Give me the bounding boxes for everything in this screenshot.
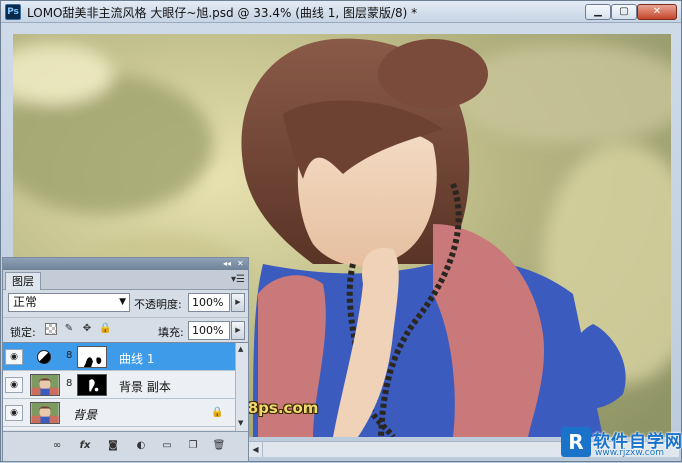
- tab-layers[interactable]: 图层: [5, 272, 41, 290]
- fill-input[interactable]: 100%: [188, 321, 230, 340]
- adjustment-layer-icon[interactable]: ◐: [133, 439, 149, 453]
- layer-mask-thumbnail[interactable]: [77, 346, 107, 368]
- scroll-down-icon[interactable]: ▼: [238, 419, 243, 427]
- lock-row: 锁定: ✎ ✥ 🔒 填充: 100% ▶: [3, 317, 248, 341]
- opacity-label: 不透明度:: [134, 298, 182, 311]
- logo-url: www.rjzxw.com: [595, 448, 664, 458]
- blend-row: 正常 ▼ 不透明度: 100% ▶: [3, 291, 248, 315]
- fill-label: 填充:: [158, 326, 184, 339]
- site-logo: R 软件自学网 www.rjzxw.com: [561, 427, 682, 463]
- link-icon[interactable]: ∞: [49, 439, 65, 453]
- minimize-button[interactable]: ▁: [585, 4, 611, 20]
- blend-mode-select[interactable]: 正常 ▼: [8, 293, 130, 312]
- scroll-left-arrow-icon[interactable]: ◀: [249, 442, 263, 457]
- panel-menu-icon[interactable]: ▾☰: [231, 274, 245, 285]
- opacity-slider-button[interactable]: ▶: [231, 293, 245, 312]
- document-title: LOMO甜美非主流风格 大眼仔~旭.psd @ 33.4% (曲线 1, 图层蒙…: [27, 6, 418, 20]
- scroll-up-icon[interactable]: ▲: [238, 345, 243, 353]
- mask-link-icon[interactable]: 8: [66, 379, 74, 389]
- lock-all-icon[interactable]: 🔒: [99, 323, 111, 335]
- trash-icon[interactable]: 🗑: [211, 439, 227, 453]
- lock-move-icon[interactable]: ✥: [81, 323, 93, 335]
- photoshop-app-icon: Ps: [5, 4, 21, 20]
- new-layer-icon[interactable]: ❐: [185, 439, 201, 453]
- add-mask-icon[interactable]: ◙: [105, 439, 121, 453]
- layer-row-curves[interactable]: ◉ 8 曲线 1: [3, 343, 235, 371]
- panel-header-bar[interactable]: ◂◂ ✕: [3, 258, 248, 270]
- fx-icon[interactable]: fx: [77, 439, 93, 453]
- new-group-icon[interactable]: ▭: [159, 439, 175, 453]
- layer-row-background[interactable]: ◉ 背景 🔒: [3, 399, 235, 427]
- lock-label: 锁定:: [10, 326, 36, 339]
- layer-lock-icon: 🔒: [211, 407, 224, 418]
- panel-footer: ∞ fx ◙ ◐ ▭ ❐ 🗑: [3, 431, 248, 461]
- eye-icon[interactable]: ◉: [5, 405, 23, 421]
- photoshop-document-window: Ps LOMO甜美非主流风格 大眼仔~旭.psd @ 33.4% (曲线 1, …: [0, 0, 682, 462]
- layer-mask-thumbnail[interactable]: [77, 374, 107, 396]
- logo-mark-icon: R: [561, 427, 591, 457]
- layers-panel: ◂◂ ✕ 图层 ▾☰ 正常 ▼ 不透明度: 100% ▶ 锁定: ✎ ✥ 🔒 填…: [2, 257, 249, 462]
- layers-list: ◉ 8 曲线 1 ◉ 8 背景 副本 ◉ 背景 🔒 ▲ ▼: [3, 342, 248, 431]
- title-bar[interactable]: Ps LOMO甜美非主流风格 大眼仔~旭.psd @ 33.4% (曲线 1, …: [1, 1, 681, 23]
- mask-link-icon[interactable]: 8: [66, 351, 74, 361]
- layer-thumbnail: [30, 374, 60, 396]
- panel-tabs: 图层 ▾☰: [3, 270, 248, 290]
- eye-icon[interactable]: ◉: [5, 349, 23, 365]
- layer-name: 背景 副本: [119, 380, 171, 394]
- eye-icon[interactable]: ◉: [5, 377, 23, 393]
- panel-close-icon[interactable]: ✕: [237, 258, 244, 270]
- close-button[interactable]: ✕: [637, 4, 677, 20]
- lock-transparency-icon[interactable]: [45, 323, 57, 335]
- curves-adjustment-icon: [37, 350, 51, 364]
- collapse-icon[interactable]: ◂◂: [223, 258, 231, 270]
- maximize-button[interactable]: ▢: [611, 4, 637, 20]
- fill-slider-button[interactable]: ▶: [231, 321, 245, 340]
- layer-row-background-copy[interactable]: ◉ 8 背景 副本: [3, 371, 235, 399]
- chevron-down-icon: ▼: [119, 297, 126, 307]
- lock-paint-icon[interactable]: ✎: [63, 323, 75, 335]
- opacity-input[interactable]: 100%: [188, 293, 230, 312]
- layer-thumbnail: [30, 402, 60, 424]
- layers-scrollbar[interactable]: ▲ ▼: [235, 343, 248, 431]
- blend-mode-value: 正常: [13, 295, 38, 309]
- layer-name: 背景: [73, 408, 98, 422]
- layer-name: 曲线 1: [119, 352, 155, 366]
